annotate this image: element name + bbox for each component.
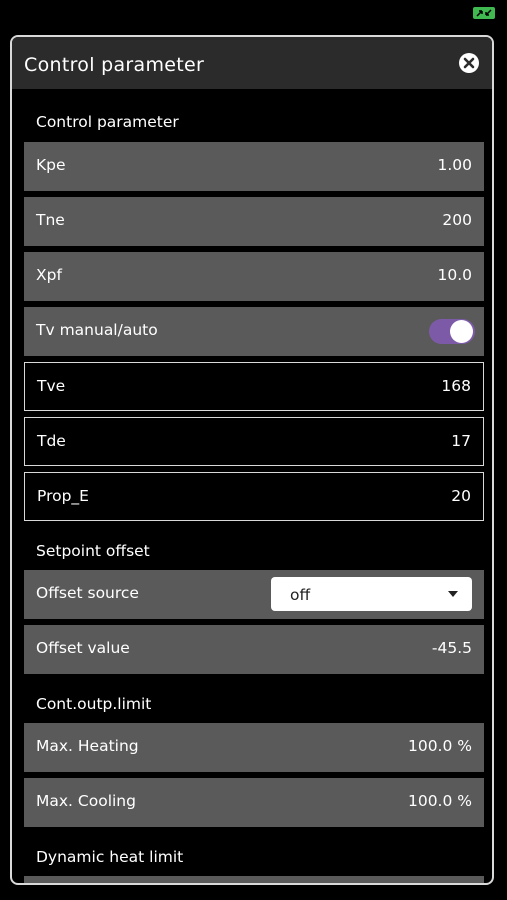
row-label: Xpf (36, 266, 62, 284)
row-label: Tve (37, 377, 66, 395)
tv-manual-auto-toggle[interactable] (429, 319, 475, 344)
toggle-knob (450, 320, 473, 343)
row-value: 100.0 % (407, 737, 472, 755)
param-row-max-heating[interactable]: Max. Heating 100.0 % (24, 723, 484, 772)
status-bar (0, 0, 507, 30)
dropdown-selected-value: off (290, 586, 311, 604)
section-label-control-parameter: Control parameter (36, 113, 179, 131)
param-row-prop-e[interactable]: Prop_E 20 (24, 472, 484, 521)
row-label: Offset source (36, 584, 139, 602)
row-label: Prop_E (37, 487, 89, 505)
control-parameter-dialog: Control parameter Control parameter Kpe … (10, 35, 494, 885)
section-label-dynamic-heat-limit: Dynamic heat limit (36, 848, 184, 866)
param-row-xpf[interactable]: Xpf 10.0 (24, 252, 484, 301)
row-value: 10.0 (437, 266, 472, 284)
param-row-tve[interactable]: Tve 168 (24, 362, 484, 411)
param-row-offset-source: Offset source off (24, 570, 484, 619)
row-label: Offset value (36, 639, 130, 657)
row-value: 168 (441, 377, 471, 395)
row-label: Kpe (36, 156, 66, 174)
row-label: Max. Heating (36, 737, 139, 755)
param-row-kpe[interactable]: Kpe 1.00 (24, 142, 484, 191)
row-value: 1.00 (437, 156, 472, 174)
expand-icon[interactable] (473, 7, 495, 19)
row-value: -45.5 (431, 639, 472, 657)
param-row-tne[interactable]: Tne 200 (24, 197, 484, 246)
row-value: 100.0 % (407, 792, 472, 810)
param-row-offset-value[interactable]: Offset value -45.5 (24, 625, 484, 674)
row-value: 200 (442, 211, 472, 229)
row-label: Max. Cooling (36, 792, 136, 810)
section-label-setpoint-offset: Setpoint offset (36, 542, 150, 560)
dialog-header: Control parameter (12, 37, 492, 89)
close-icon[interactable] (458, 52, 480, 74)
row-label: Tne (36, 211, 65, 229)
param-row-max-cooling[interactable]: Max. Cooling 100.0 % (24, 778, 484, 827)
param-row-tv-manual-auto: Tv manual/auto (24, 307, 484, 356)
section-label-output-limit: Cont.outp.limit (36, 695, 152, 713)
chevron-down-icon (448, 591, 458, 597)
row-label: Tv manual/auto (36, 321, 158, 339)
row-value: 17 (451, 432, 471, 450)
param-row-partial[interactable] (24, 876, 484, 883)
row-label: Tde (37, 432, 66, 450)
dialog-title: Control parameter (24, 54, 205, 76)
param-row-tde[interactable]: Tde 17 (24, 417, 484, 466)
offset-source-select[interactable]: off (271, 577, 472, 611)
row-value: 20 (451, 487, 471, 505)
